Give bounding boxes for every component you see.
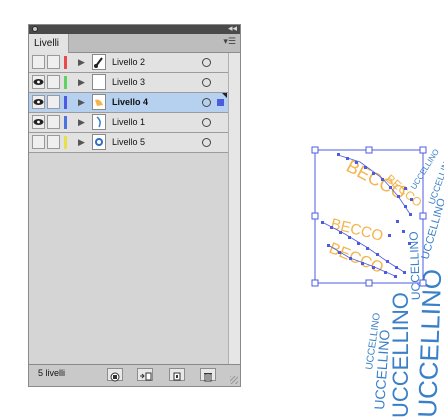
blue-text-1: UCCELLINO: [388, 292, 413, 418]
canvas-artwork[interactable]: UCCELLINO UCCELLINO UCCELLINO UCCELLINO …: [0, 0, 444, 419]
blue-text-5: UCCELLINO: [407, 231, 423, 300]
yellow-text-3: BECCO: [327, 240, 386, 277]
